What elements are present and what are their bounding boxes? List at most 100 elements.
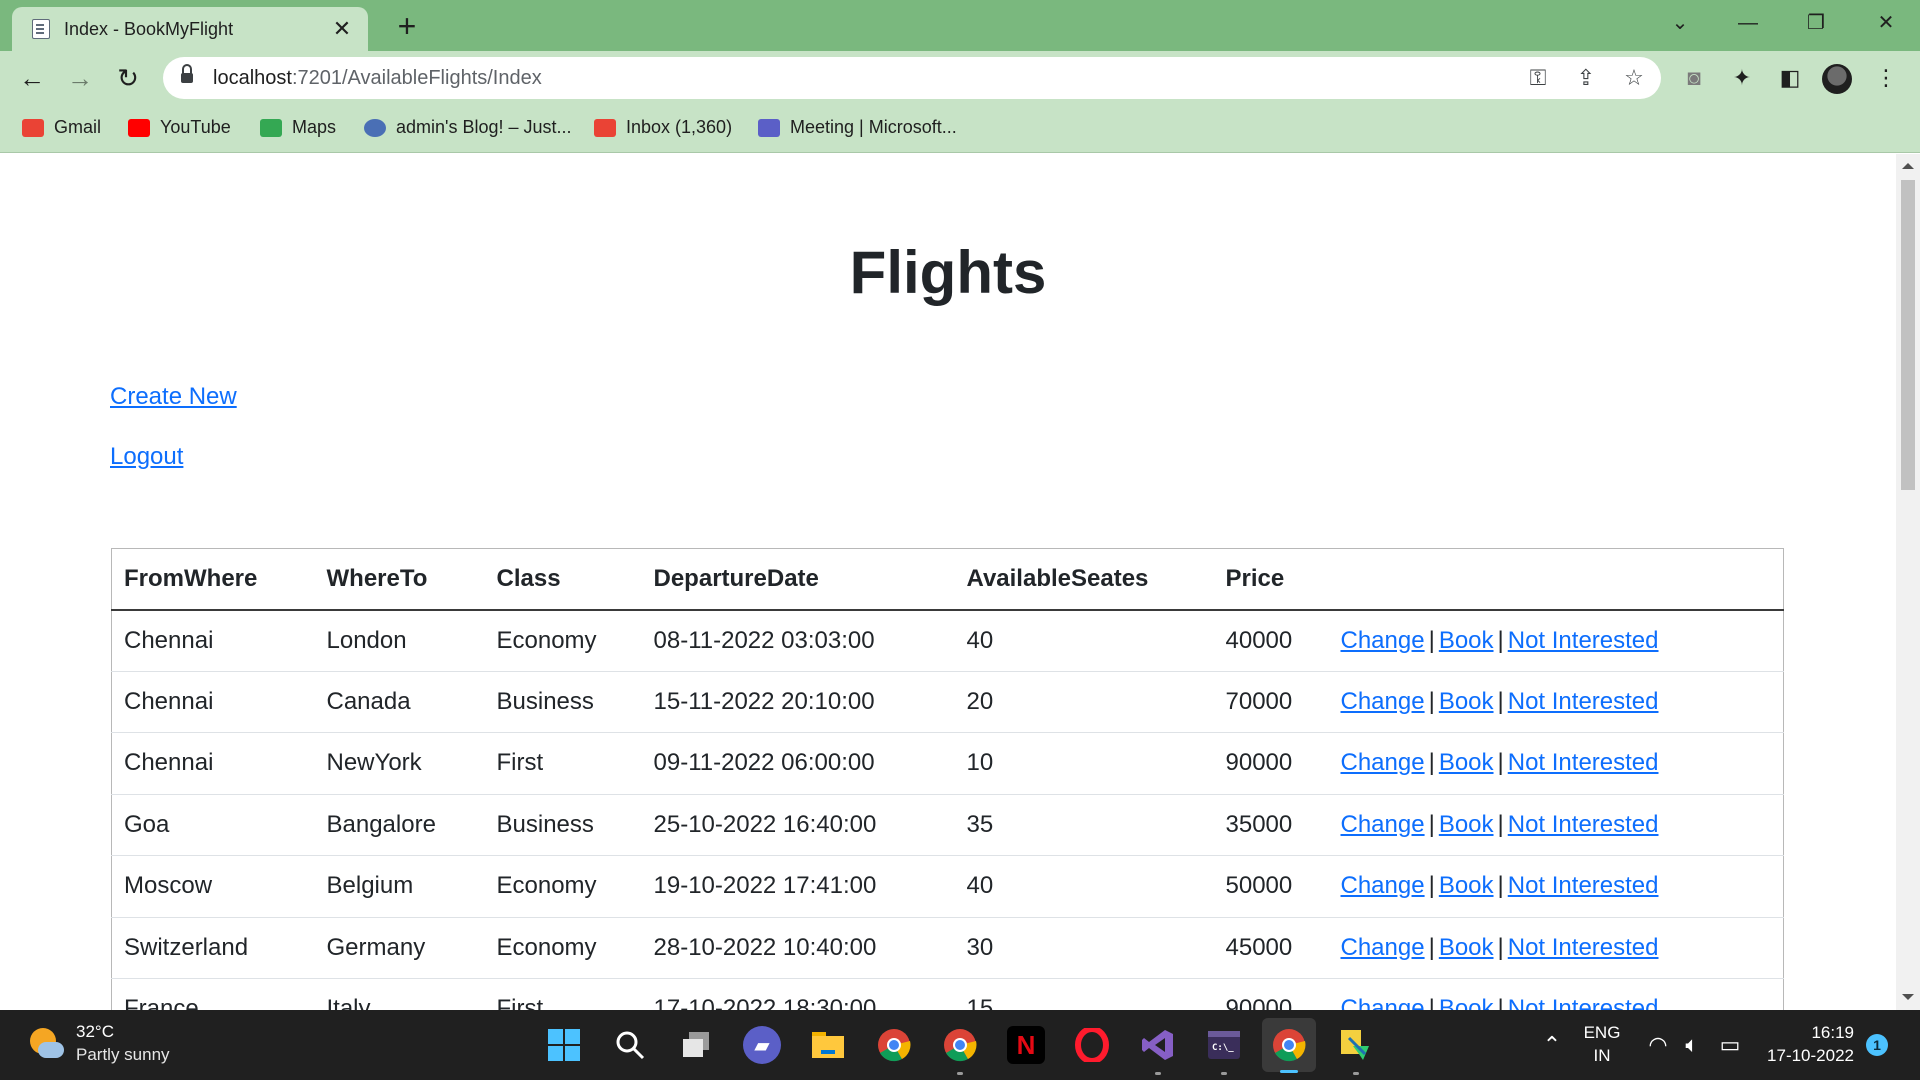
not-interested-link[interactable]: Not Interested	[1508, 688, 1659, 715]
table-cell: 35000	[1213, 794, 1329, 856]
table-cell: Business	[484, 671, 642, 733]
book-link[interactable]: Book	[1439, 811, 1494, 838]
restore-icon[interactable]: ❐	[1796, 8, 1836, 38]
side-panel-icon[interactable]: ◧	[1774, 62, 1806, 94]
scroll-down-icon[interactable]	[1902, 994, 1914, 1000]
search-icon[interactable]	[611, 1026, 649, 1064]
change-link[interactable]: Change	[1341, 934, 1425, 961]
column-header: AvailableSeates	[954, 548, 1214, 611]
table-cell: London	[314, 609, 485, 672]
bookmark-maps[interactable]: Maps	[260, 117, 336, 138]
wifi-icon[interactable]: ◠	[1644, 1032, 1672, 1058]
table-cell: 40	[954, 609, 1214, 672]
change-link[interactable]: Change	[1341, 749, 1425, 776]
close-window-icon[interactable]: ✕	[1866, 8, 1906, 38]
region-indicator[interactable]: IN	[1580, 1046, 1624, 1066]
not-interested-link[interactable]: Not Interested	[1508, 995, 1659, 1010]
book-link[interactable]: Book	[1439, 627, 1494, 654]
teams-chat-icon[interactable]: ▰	[743, 1026, 781, 1064]
battery-icon[interactable]: ▭	[1716, 1032, 1744, 1058]
terminal-icon[interactable]: C:\_	[1205, 1026, 1243, 1075]
create-new-link[interactable]: Create New	[110, 383, 237, 411]
chrome-active-icon[interactable]	[1262, 1018, 1316, 1073]
table-cell: Chennai	[111, 609, 315, 672]
change-link[interactable]: Change	[1341, 995, 1425, 1010]
start-windows-icon[interactable]	[545, 1026, 583, 1064]
bookmark-youtube[interactable]: YouTube	[128, 117, 231, 138]
app-icon[interactable]	[1337, 1026, 1375, 1075]
reload-icon[interactable]: ↻	[112, 62, 144, 94]
weather-temperature[interactable]: 32°C	[76, 1022, 114, 1042]
logout-link[interactable]: Logout	[110, 443, 183, 471]
clock-time[interactable]: 16:19	[1754, 1023, 1854, 1043]
back-icon[interactable]: ←	[16, 62, 48, 94]
chrome-profile-icon[interactable]	[941, 1026, 979, 1075]
change-link[interactable]: Change	[1341, 627, 1425, 654]
book-link[interactable]: Book	[1439, 995, 1494, 1010]
book-link[interactable]: Book	[1439, 749, 1494, 776]
volume-icon[interactable]: 🔈︎	[1678, 1032, 1706, 1058]
separator: |	[1428, 749, 1435, 777]
share-icon[interactable]: ⇪	[1571, 63, 1601, 93]
change-link[interactable]: Change	[1341, 811, 1425, 838]
not-interested-link[interactable]: Not Interested	[1508, 934, 1659, 961]
not-interested-link[interactable]: Not Interested	[1508, 749, 1659, 776]
book-link[interactable]: Book	[1439, 688, 1494, 715]
windows-taskbar: 32°C Partly sunny ▰ N C:\_ ⌃ ENG IN ◠ 🔈︎…	[0, 1010, 1920, 1080]
change-link[interactable]: Change	[1341, 872, 1425, 899]
flights-table: FromWhere WhereTo Class DepartureDate Av…	[111, 548, 1784, 1010]
weather-description[interactable]: Partly sunny	[76, 1045, 170, 1065]
separator: |	[1497, 995, 1504, 1010]
table-cell: 40	[954, 855, 1214, 918]
table-cell: Bangalore	[314, 794, 485, 856]
notification-badge[interactable]: 1	[1866, 1034, 1888, 1056]
weather-partly-sunny-icon[interactable]	[30, 1028, 64, 1062]
close-tab-icon[interactable]: ✕	[328, 15, 356, 43]
menu-icon[interactable]: ⋮	[1870, 62, 1902, 94]
change-link[interactable]: Change	[1341, 688, 1425, 715]
book-link[interactable]: Book	[1439, 934, 1494, 961]
netflix-icon[interactable]: N	[1007, 1026, 1045, 1064]
bookmark-gmail[interactable]: Gmail	[22, 117, 101, 138]
minimize-icon[interactable]: —	[1728, 8, 1768, 38]
bookmark-admins-blog[interactable]: admin's Blog! – Just...	[364, 117, 572, 138]
not-interested-link[interactable]: Not Interested	[1508, 872, 1659, 899]
browser-tab[interactable]: Index - BookMyFlight ✕	[12, 7, 368, 51]
url-text[interactable]: localhost:7201/AvailableFlights/Index	[213, 67, 542, 90]
profile-avatar[interactable]	[1822, 64, 1852, 94]
book-link[interactable]: Book	[1439, 872, 1494, 899]
row-actions: Change | Book | Not Interested	[1328, 732, 1784, 795]
row-actions: Change | Book | Not Interested	[1328, 978, 1784, 1010]
show-hidden-icons-chevron-icon[interactable]: ⌃	[1538, 1032, 1566, 1058]
bookmark-teams-meeting[interactable]: Meeting | Microsoft...	[758, 117, 957, 138]
not-interested-link[interactable]: Not Interested	[1508, 627, 1659, 654]
address-bar[interactable]: localhost:7201/AvailableFlights/Index ⚿ …	[163, 57, 1661, 99]
page-scrollbar[interactable]	[1896, 154, 1920, 1010]
separator: |	[1428, 933, 1435, 961]
opera-icon[interactable]	[1073, 1026, 1111, 1064]
not-interested-link[interactable]: Not Interested	[1508, 811, 1659, 838]
column-header: DepartureDate	[641, 548, 955, 611]
chrome-icon[interactable]	[875, 1026, 913, 1064]
table-cell: 15	[954, 978, 1214, 1010]
tab-search-icon[interactable]: ⌄	[1660, 8, 1700, 38]
bookmark-star-icon[interactable]: ☆	[1619, 63, 1649, 93]
screenshot-icon[interactable]: ◙	[1678, 62, 1710, 94]
page-viewport: Flights Create New Logout FromWhere Wher…	[0, 154, 1896, 1010]
key-icon[interactable]: ⚿	[1523, 63, 1553, 93]
scroll-up-icon[interactable]	[1902, 163, 1914, 169]
extensions-icon[interactable]: ✦	[1726, 62, 1758, 94]
new-tab-button[interactable]: +	[390, 10, 424, 44]
file-explorer-icon[interactable]	[809, 1026, 847, 1064]
forward-icon[interactable]: →	[64, 62, 96, 94]
bookmark-inbox[interactable]: Inbox (1,360)	[594, 117, 732, 138]
language-indicator[interactable]: ENG	[1580, 1023, 1624, 1043]
visual-studio-icon[interactable]	[1139, 1026, 1177, 1075]
task-view-icon[interactable]	[677, 1026, 715, 1064]
table-cell: 40000	[1213, 609, 1329, 672]
separator: |	[1497, 933, 1504, 961]
table-cell: Goa	[111, 794, 315, 856]
clock-date[interactable]: 17-10-2022	[1754, 1046, 1854, 1066]
row-actions: Change | Book | Not Interested	[1328, 671, 1784, 733]
scrollbar-thumb[interactable]	[1901, 180, 1915, 490]
